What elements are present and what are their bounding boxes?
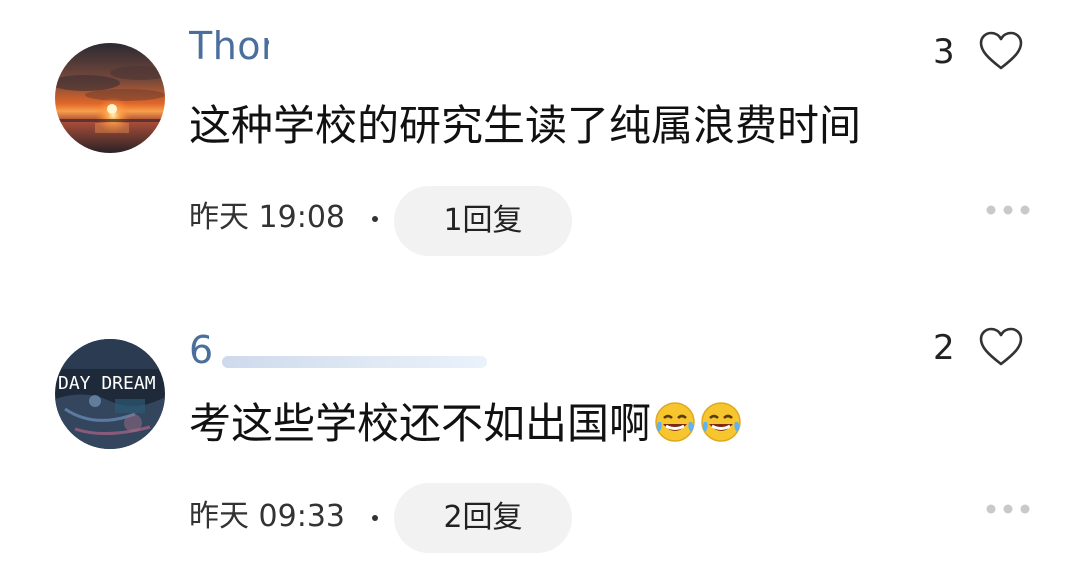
daydream-avatar-image: DAY DREAM (55, 339, 165, 449)
comment-item: DAY DREAM 6 2 考这些学校还不如出国啊 昨天 09:33 2回复 (0, 296, 1080, 586)
avatar[interactable] (55, 43, 165, 153)
more-dots-icon[interactable] (985, 502, 1031, 516)
separator-dot (372, 515, 378, 521)
comment-text: 这种学校的研究生读了纯属浪费时间 (189, 101, 862, 150)
comment-text: 考这些学校还不如出国啊 (189, 399, 652, 448)
avatar-text: DAY DREAM (58, 373, 156, 394)
heart-outline-icon[interactable] (978, 30, 1024, 72)
username[interactable]: 6 (189, 324, 214, 376)
like-count: 3 (933, 32, 955, 72)
sunset-avatar-image (55, 43, 165, 153)
heart-outline-icon[interactable] (978, 326, 1024, 368)
blurred-username (222, 356, 487, 368)
comment-time: 昨天 09:33 (189, 499, 345, 534)
comment-item: Thor 3 这种学校的研究生读了纯属浪费时间 昨天 19:08 1回复 (0, 0, 1080, 290)
tears-of-joy-emoji-icon (655, 402, 695, 442)
tears-of-joy-emoji-icon (701, 402, 741, 442)
reply-button[interactable]: 1回复 (394, 186, 572, 256)
comment-text-row: 考这些学校还不如出国啊 (189, 396, 743, 452)
username[interactable]: Thor (189, 20, 269, 72)
reply-button[interactable]: 2回复 (394, 483, 572, 553)
comment-time: 昨天 19:08 (189, 200, 345, 235)
like-count: 2 (933, 328, 955, 368)
more-dots-icon[interactable] (985, 203, 1031, 217)
avatar[interactable]: DAY DREAM (55, 339, 165, 449)
separator-dot (372, 216, 378, 222)
